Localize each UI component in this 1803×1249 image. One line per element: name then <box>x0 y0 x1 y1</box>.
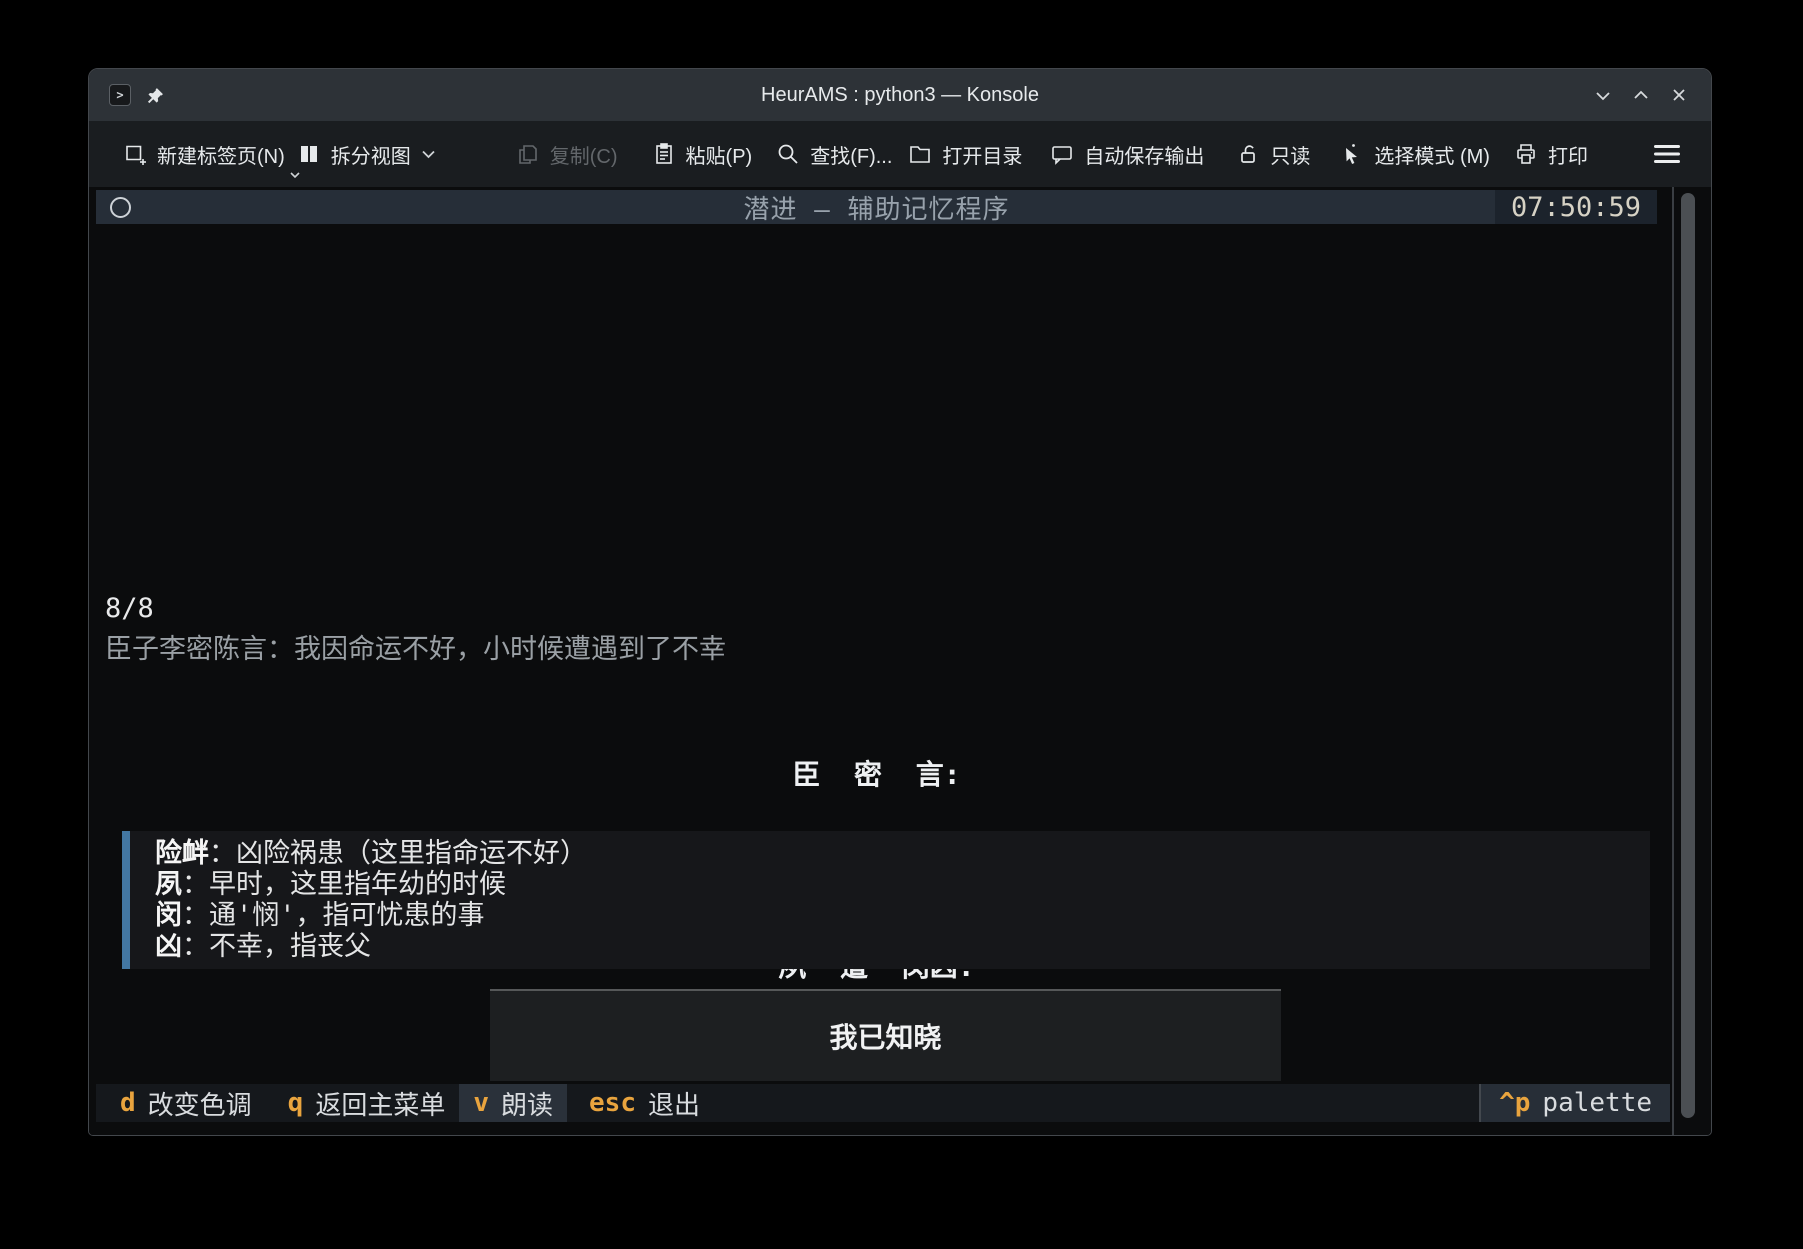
binding-key: ^p <box>1499 1088 1530 1118</box>
binding-label: palette <box>1542 1088 1652 1118</box>
select-mode-label: 选择模式 (M) <box>1374 140 1490 169</box>
cursor-arrow-icon <box>1340 142 1364 166</box>
copy-button: 复制(C) <box>516 140 618 169</box>
binding-quit[interactable]: esc 退出 <box>575 1084 714 1122</box>
split-view-button[interactable]: 拆分视图 <box>297 140 436 169</box>
scrollbar-thumb[interactable] <box>1681 193 1695 1118</box>
output-monitor-icon <box>1050 142 1074 166</box>
unlock-icon <box>1236 142 1260 166</box>
search-icon <box>776 142 800 166</box>
open-directory-button[interactable]: 打开目录 <box>908 140 1022 169</box>
copy-icon <box>516 142 540 166</box>
binding-read-aloud[interactable]: v 朗读 <box>459 1084 567 1122</box>
toolbar: 新建标签页(N) 拆分视图 <box>89 121 1711 187</box>
hamburger-menu-icon[interactable] <box>1653 143 1681 165</box>
annotation-line: 险衅：凶险祸患（这里指命运不好） <box>155 838 1650 869</box>
konsole-window: > HeurAMS : python3 — Konsole <box>88 68 1712 1136</box>
copy-label: 复制(C) <box>550 140 618 169</box>
paste-button[interactable]: 粘贴(P) <box>652 140 753 169</box>
window-title: HeurAMS : python3 — Konsole <box>89 84 1711 107</box>
new-tab-label: 新建标签页(N) <box>157 140 285 169</box>
scrollbar-track <box>1672 187 1674 1135</box>
find-button[interactable]: 查找(F)... <box>776 140 892 169</box>
binding-main-menu[interactable]: q 返回主菜单 <box>274 1084 460 1122</box>
annotation-line: 夙：早时，这里指年幼的时候 <box>155 869 1650 900</box>
acknowledge-button[interactable]: 我已知晓 <box>490 989 1281 1081</box>
annotation-text: ：通'悯'，指可忧患的事 <box>182 900 485 931</box>
chevron-down-icon <box>421 149 436 159</box>
annotation-term: 夙 <box>155 869 182 900</box>
app-title: 潜进 – 辅助记忆程序 <box>96 189 1657 226</box>
select-mode-button[interactable]: 选择模式 (M) <box>1340 140 1490 169</box>
binding-change-theme[interactable]: d 改变色调 <box>106 1084 266 1122</box>
new-tab-button[interactable]: 新建标签页(N) <box>123 140 285 169</box>
print-button[interactable]: 打印 <box>1514 140 1588 169</box>
binding-label: 退出 <box>648 1085 700 1122</box>
annotation-box: 险衅：凶险祸患（这里指命运不好） 夙：早时，这里指年幼的时候 闵：通'悯'，指可… <box>122 831 1650 969</box>
autosave-output-label: 自动保存输出 <box>1084 140 1204 169</box>
annotation-term: 凶 <box>155 931 182 962</box>
new-tab-icon <box>123 142 147 166</box>
folder-icon <box>908 142 932 166</box>
annotation-term: 险衅 <box>155 838 209 869</box>
annotation-term: 闵 <box>155 900 182 931</box>
read-only-button[interactable]: 只读 <box>1236 140 1310 169</box>
key-bindings-footer: d 改变色调 q 返回主菜单 v 朗读 esc 退出 ^p <box>96 1084 1670 1122</box>
print-label: 打印 <box>1548 140 1588 169</box>
split-view-icon <box>297 142 321 166</box>
paste-label: 粘贴(P) <box>686 140 753 169</box>
annotation-text: ：早时，这里指年幼的时候 <box>182 869 506 900</box>
binding-key: esc <box>589 1088 636 1118</box>
binding-label: 返回主菜单 <box>315 1085 445 1122</box>
read-only-label: 只读 <box>1270 140 1310 169</box>
annotation-text: ：凶险祸患（这里指命运不好） <box>209 838 587 869</box>
binding-key: d <box>120 1088 136 1118</box>
annotation-text: ：不幸，指丧父 <box>182 931 371 962</box>
binding-key: v <box>473 1088 489 1118</box>
annotation-line: 凶：不幸，指丧父 <box>155 931 1650 962</box>
binding-label: 朗读 <box>501 1085 553 1122</box>
printer-icon <box>1514 142 1538 166</box>
progress-counter: 8/8 <box>105 593 154 624</box>
autosave-output-button[interactable]: 自动保存输出 <box>1050 140 1204 169</box>
translation-line: 臣子李密陈言：我因命运不好，小时候遭遇到了不幸 <box>105 627 726 666</box>
terminal-viewport[interactable]: 潜进 – 辅助记忆程序 07:50:59 8/8 臣子李密陈言：我因命运不好，小… <box>89 187 1711 1135</box>
binding-key: q <box>288 1088 304 1118</box>
clock: 07:50:59 <box>1495 190 1657 224</box>
tui-header: 潜进 – 辅助记忆程序 07:50:59 <box>96 190 1657 224</box>
annotation-line: 闵：通'悯'，指可忧患的事 <box>155 900 1650 931</box>
titlebar[interactable]: > HeurAMS : python3 — Konsole <box>89 69 1711 121</box>
binding-palette[interactable]: ^p palette <box>1481 1084 1670 1122</box>
new-tab-menu-arrow-icon[interactable] <box>289 171 301 179</box>
desktop: > HeurAMS : python3 — Konsole <box>0 0 1803 1249</box>
open-directory-label: 打开目录 <box>942 140 1022 169</box>
find-label: 查找(F)... <box>810 140 892 169</box>
binding-label: 改变色调 <box>148 1085 252 1122</box>
verse-line: 臣 密 言: <box>96 759 1657 791</box>
split-view-label: 拆分视图 <box>331 140 411 169</box>
paste-icon <box>652 142 676 166</box>
